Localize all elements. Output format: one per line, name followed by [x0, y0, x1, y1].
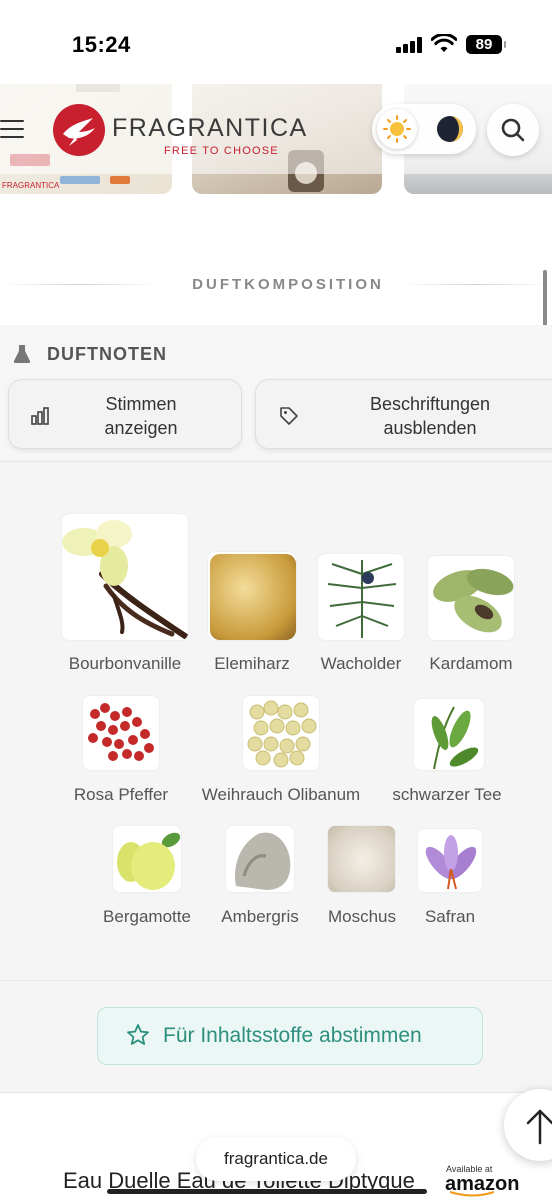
- star-icon: [127, 1024, 149, 1045]
- bergamot-icon[interactable]: [112, 825, 182, 893]
- pink-pepper-icon[interactable]: [82, 695, 160, 771]
- theme-toggle[interactable]: [372, 104, 476, 154]
- black-tea-icon[interactable]: [413, 698, 485, 771]
- logo-text[interactable]: FRAGRANTICA: [112, 114, 308, 143]
- hamburger-menu-icon[interactable]: [0, 120, 24, 138]
- tag-icon: [280, 407, 298, 425]
- browser-url-bar[interactable]: fragrantica.de: [196, 1137, 356, 1181]
- fragrantica-logo-icon[interactable]: [53, 104, 105, 156]
- vote-ingredients-label: Für Inhaltsstoffe abstimmen: [163, 1024, 422, 1047]
- elemi-resin-icon[interactable]: [207, 551, 297, 641]
- note-name: Safran: [424, 907, 476, 926]
- logo-tagline: FREE TO CHOOSE: [164, 145, 279, 157]
- cardamom-icon[interactable]: [427, 555, 515, 641]
- search-icon[interactable]: [487, 104, 539, 156]
- status-bar: 15:24 89: [0, 0, 552, 84]
- note-name: Rosa Pfeffer: [73, 785, 169, 804]
- show-votes-button[interactable]: Stimmen anzeigen: [8, 379, 242, 449]
- note-name: Elemiharz: [214, 654, 290, 673]
- status-time: 15:24: [72, 32, 131, 57]
- ambergris-icon[interactable]: [225, 825, 295, 893]
- amazon-smile-icon: [449, 1191, 495, 1197]
- bar-chart-icon: [31, 407, 49, 425]
- frankincense-icon[interactable]: [242, 695, 320, 771]
- cellular-signal-icon: [396, 37, 424, 53]
- note-name: Bourbonvanille: [68, 654, 182, 673]
- note-name: Wacholder: [320, 654, 402, 673]
- note-name: Bergamotte: [103, 907, 191, 926]
- hide-labels-label: Beschriftungen ausblenden: [369, 394, 491, 438]
- note-name: schwarzer Tee: [392, 785, 502, 804]
- notes-heading: DUFTNOTEN: [47, 344, 167, 364]
- show-votes-label: Stimmen anzeigen: [104, 394, 178, 438]
- moon-icon[interactable]: [430, 109, 470, 149]
- flask-icon: [13, 345, 31, 363]
- sun-icon[interactable]: [377, 109, 417, 149]
- vanilla-icon[interactable]: [61, 513, 189, 641]
- saffron-icon[interactable]: [417, 828, 483, 893]
- scroll-to-top-button[interactable]: [504, 1089, 552, 1161]
- hide-labels-button[interactable]: Beschriftungen ausblenden: [255, 379, 552, 449]
- arrow-up-icon: [526, 1109, 552, 1145]
- wifi-icon: [431, 34, 457, 52]
- juniper-icon[interactable]: [317, 553, 405, 641]
- scroll-indicator: [543, 270, 547, 328]
- mini-logo-text: FRAGRANTICA: [2, 181, 60, 190]
- note-name: Weihrauch Olibanum: [201, 785, 361, 804]
- section-title-row: DUFTKOMPOSITION: [0, 270, 552, 300]
- section-title: DUFTKOMPOSITION: [192, 276, 384, 293]
- musk-icon[interactable]: [327, 825, 396, 893]
- battery-indicator: 89: [466, 35, 506, 54]
- home-indicator[interactable]: [107, 1189, 427, 1194]
- note-name: Kardamom: [429, 654, 513, 673]
